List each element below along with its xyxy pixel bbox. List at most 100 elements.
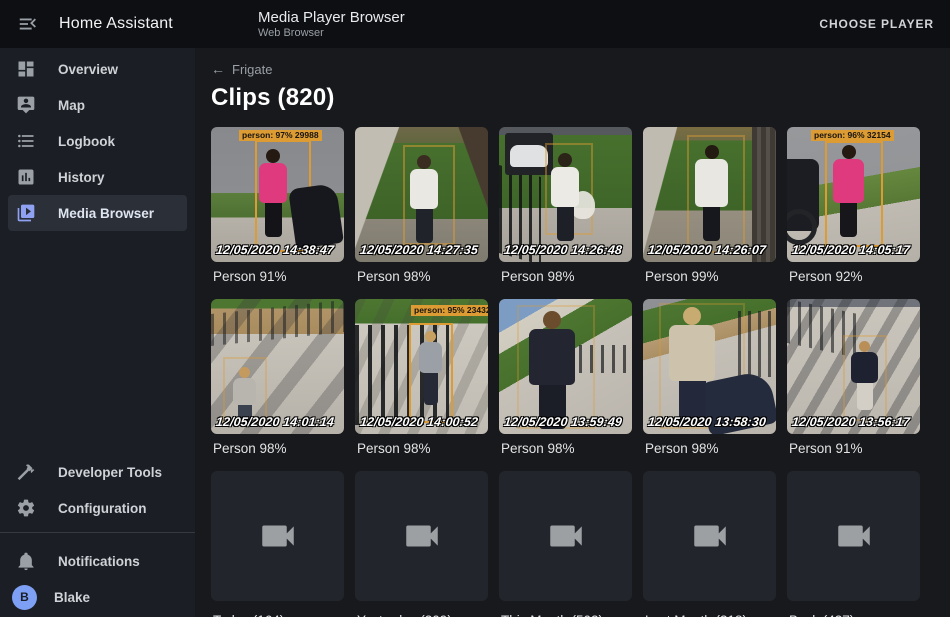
clip-item[interactable]: person: 95% 23432 12/05/2020 14:00:52 Pe… [355, 299, 488, 471]
clip-item[interactable]: 12/05/2020 13:56:17 Person 91% [787, 299, 920, 471]
folder-caption: This Month (502) [501, 613, 630, 617]
clip-timestamp: 12/05/2020 13:58:30 [647, 415, 766, 429]
sidebar-item-label: Notifications [58, 554, 140, 569]
clip-timestamp: 12/05/2020 14:26:07 [647, 243, 766, 257]
clip-item[interactable]: 12/05/2020 14:26:48 Person 98% [499, 127, 632, 299]
sidebar-item-label: Logbook [58, 134, 115, 149]
panel-header: Media Player Browser Web Browser [195, 9, 405, 40]
detection-label: person: 95% 23432 [411, 305, 488, 316]
sidebar-item-label: Map [58, 98, 85, 113]
sidebar-item-profile[interactable]: B Blake [8, 579, 187, 615]
clip-caption: Person 99% [645, 269, 774, 284]
clip-thumbnail[interactable]: 12/05/2020 14:26:07 [643, 127, 776, 262]
clip-item[interactable]: 12/05/2020 13:59:49 Person 98% [499, 299, 632, 471]
video-camera-icon [545, 515, 587, 557]
stroller-shape [288, 183, 344, 249]
clips-grid: person: 97% 29988 12/05/2020 14:38:47 Pe… [211, 127, 934, 617]
folder-caption: Back (427) [789, 613, 918, 617]
folder-thumbnail[interactable] [355, 471, 488, 601]
panel-title: Media Player Browser [258, 9, 405, 27]
clip-caption: Person 92% [789, 269, 918, 284]
clip-caption: Person 91% [789, 441, 918, 456]
clip-timestamp: 12/05/2020 14:05:17 [791, 243, 910, 257]
chart-icon [16, 167, 36, 187]
railing-shape [752, 127, 776, 262]
clip-item[interactable]: 12/05/2020 14:27:35 Person 98% [355, 127, 488, 299]
sidebar-item-logbook[interactable]: Logbook [8, 123, 187, 159]
folder-thumbnail[interactable] [211, 471, 344, 601]
person-figure [695, 145, 728, 241]
sidebar-item-label: Overview [58, 62, 118, 77]
clip-thumbnail[interactable]: 12/05/2020 13:58:30 [643, 299, 776, 434]
sidebar-item-overview[interactable]: Overview [8, 51, 187, 87]
video-camera-icon [689, 515, 731, 557]
folder-thumbnail[interactable] [643, 471, 776, 601]
clip-caption: Person 98% [645, 441, 774, 456]
folder-item-this-month[interactable]: This Month (502) [499, 471, 632, 617]
clip-timestamp: 12/05/2020 14:38:47 [215, 243, 334, 257]
map-account-icon [16, 95, 36, 115]
video-camera-icon [833, 515, 875, 557]
clip-caption: Person 98% [357, 441, 486, 456]
folder-item-today[interactable]: Today (164) [211, 471, 344, 617]
sidebar-item-notifications[interactable]: Notifications [8, 543, 187, 579]
clip-caption: Person 98% [501, 269, 630, 284]
breadcrumb-back[interactable]: ← Frigate [211, 61, 272, 77]
sidebar-item-label: Media Browser [58, 206, 154, 221]
topbar-left: Home Assistant [0, 13, 195, 35]
clip-timestamp: 12/05/2020 13:59:49 [503, 415, 622, 429]
avatar: B [12, 585, 37, 610]
clip-item[interactable]: 12/05/2020 14:01:14 Person 98% [211, 299, 344, 471]
folder-item-last-month[interactable]: Last Month (318) [643, 471, 776, 617]
home-assistant-app: Home Assistant Media Player Browser Web … [0, 0, 950, 617]
clip-timestamp: 12/05/2020 13:56:17 [791, 415, 910, 429]
sidebar-item-configuration[interactable]: Configuration [8, 490, 187, 526]
clip-thumbnail[interactable]: 12/05/2020 14:27:35 [355, 127, 488, 262]
person-figure [410, 155, 438, 243]
back-arrow-icon: ← [211, 61, 225, 77]
sidebar-item-label: Blake [54, 590, 90, 605]
folder-thumbnail[interactable] [499, 471, 632, 601]
person-figure [669, 307, 715, 425]
sidebar-item-developer-tools[interactable]: Developer Tools [8, 454, 187, 490]
folder-caption: Yesterday (209) [357, 613, 486, 617]
menu-open-icon[interactable] [17, 13, 39, 35]
clip-item[interactable]: person: 97% 29988 12/05/2020 14:38:47 Pe… [211, 127, 344, 299]
person-figure [851, 341, 878, 410]
clip-thumbnail[interactable]: 12/05/2020 13:59:49 [499, 299, 632, 434]
folder-thumbnail[interactable] [787, 471, 920, 601]
folder-caption: Last Month (318) [645, 613, 774, 617]
choose-player-button[interactable]: CHOOSE PLAYER [803, 17, 950, 31]
sidebar-item-map[interactable]: Map [8, 87, 187, 123]
video-camera-icon [257, 515, 299, 557]
media-browser-content: ← Frigate Clips (820) person: 97% 29988 … [195, 48, 950, 617]
sidebar-item-label: History [58, 170, 105, 185]
clip-thumbnail[interactable]: 12/05/2020 13:56:17 [787, 299, 920, 434]
clip-item[interactable]: 12/05/2020 13:58:30 Person 98% [643, 299, 776, 471]
clip-timestamp: 12/05/2020 14:01:14 [215, 415, 334, 429]
sidebar-item-label: Developer Tools [58, 465, 162, 480]
sidebar-item-media-browser[interactable]: Media Browser [8, 195, 187, 231]
folder-item-yesterday[interactable]: Yesterday (209) [355, 471, 488, 617]
clip-thumbnail[interactable]: person: 96% 32154 12/05/2020 14:05:17 [787, 127, 920, 262]
clip-thumbnail[interactable]: person: 95% 23432 12/05/2020 14:00:52 [355, 299, 488, 434]
clip-item[interactable]: person: 96% 32154 12/05/2020 14:05:17 Pe… [787, 127, 920, 299]
sidebar-item-history[interactable]: History [8, 159, 187, 195]
folder-item-back[interactable]: Back (427) [787, 471, 920, 617]
clip-item[interactable]: 12/05/2020 14:26:07 Person 99% [643, 127, 776, 299]
sidebar-item-label: Configuration [58, 501, 146, 516]
clip-thumbnail[interactable]: 12/05/2020 14:01:14 [211, 299, 344, 434]
hammer-icon [16, 462, 36, 482]
person-figure [551, 153, 579, 241]
media-browser-icon [16, 203, 36, 223]
dashboard-icon [16, 59, 36, 79]
clip-thumbnail[interactable]: 12/05/2020 14:26:48 [499, 127, 632, 262]
clip-timestamp: 12/05/2020 14:27:35 [359, 243, 478, 257]
person-figure [419, 331, 442, 405]
clip-timestamp: 12/05/2020 14:26:48 [503, 243, 622, 257]
panel-subtitle: Web Browser [258, 27, 405, 40]
clip-caption: Person 91% [213, 269, 342, 284]
clip-thumbnail[interactable]: person: 97% 29988 12/05/2020 14:38:47 [211, 127, 344, 262]
person-figure [259, 149, 287, 237]
gear-icon [16, 498, 36, 518]
